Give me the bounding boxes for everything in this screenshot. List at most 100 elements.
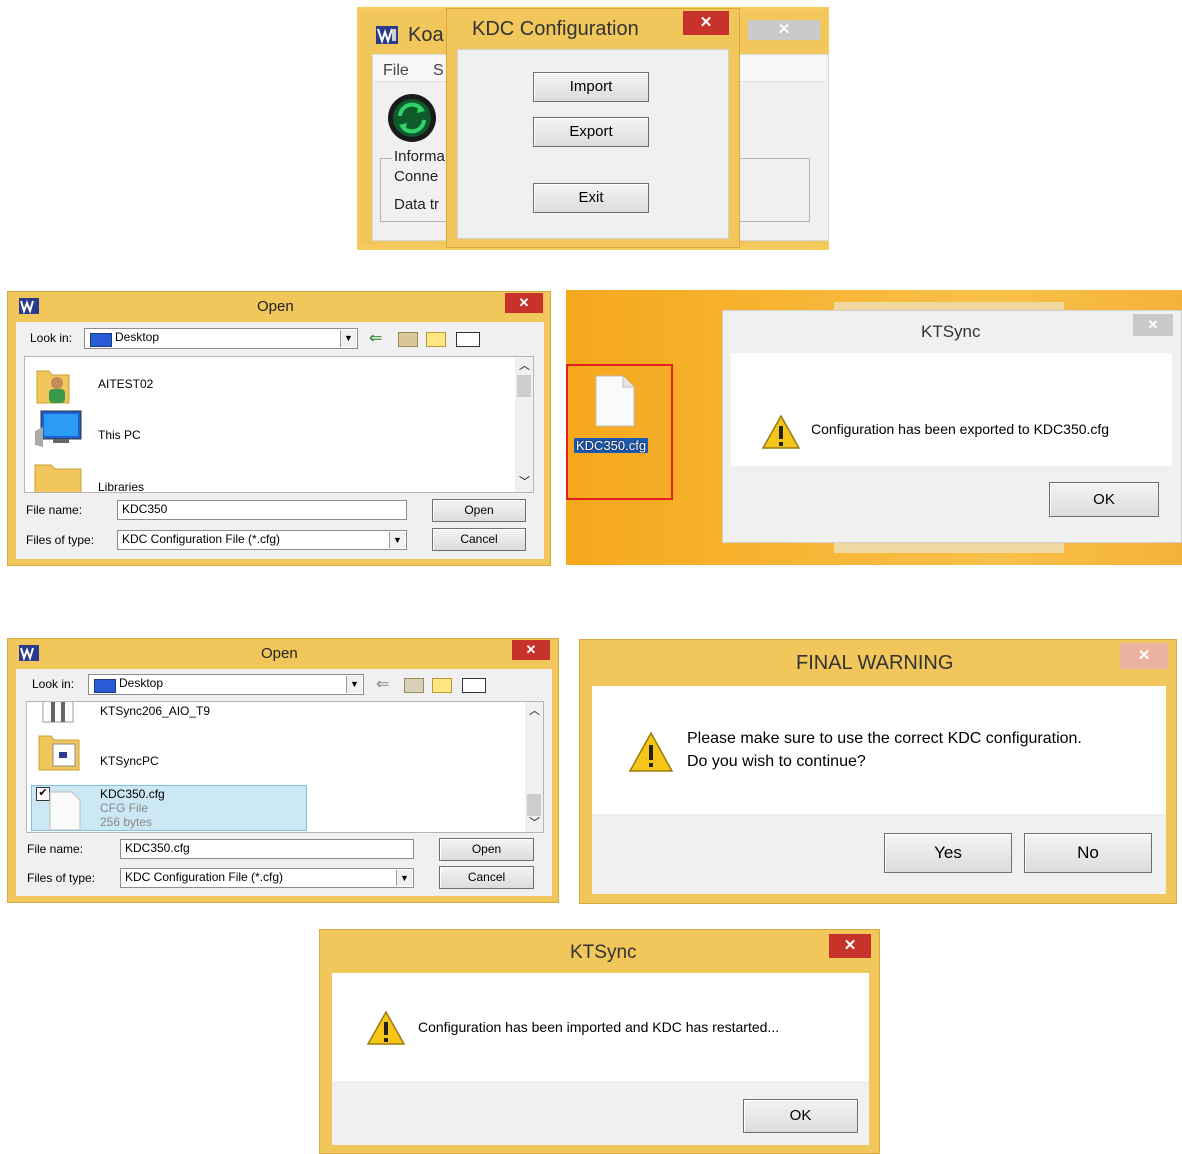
export-button[interactable]: Export [533,117,649,147]
look-in-label: Look in: [30,331,73,345]
folder-icon [39,702,79,724]
open-button[interactable]: Open [439,838,534,861]
close-button[interactable]: ✕ [1133,314,1173,336]
close-button[interactable]: ✕ [505,293,543,313]
desktop-file[interactable]: KDC350.cfg [566,364,673,500]
computer-icon [33,409,83,449]
app-icon [19,645,39,661]
folder-icon [37,732,81,772]
bg-window-strip-bottom [834,543,1064,553]
chevron-down-icon[interactable]: ▼ [389,532,405,548]
bg-close-button[interactable]: ✕ [748,20,820,40]
import-done-dialog: KTSync ✕ Configuration has been imported… [319,929,880,1154]
open-dialog-2: Open ✕ Look in: Desktop ▼ ⇐ KTSync206_AI… [7,638,559,903]
list-item[interactable]: Libraries [98,480,144,492]
file-name-input[interactable]: KDC350 [117,500,407,520]
chevron-down-icon[interactable]: ▼ [340,330,356,347]
chevron-down-icon[interactable]: ﹀ [519,473,530,489]
ktsync-dialog: KTSync ✕ Configuration has been exported… [722,310,1182,543]
new-folder-icon[interactable] [432,678,452,693]
chevron-down-icon[interactable]: ▼ [396,870,412,886]
message-line-1: Please make sure to use the correct KDC … [687,730,1082,747]
back-arrow-icon[interactable]: ⇐ [376,674,389,694]
scroll-thumb[interactable] [517,375,531,397]
scroll-thumb[interactable] [527,794,541,816]
kdc-config-panel: Koa File S Informa Conne Data tr ✕ KDC C… [357,7,829,250]
file-list[interactable]: AITEST02 This PC Libraries ︿ ﹀ [24,356,534,493]
chevron-up-icon[interactable]: ︿ [529,702,540,718]
message-area [592,686,1166,814]
dialog-title: KDC Configuration [472,18,639,40]
ok-button[interactable]: OK [1049,482,1159,517]
file-label: KDC350.cfg [574,438,649,453]
file-list[interactable]: KTSync206_AIO_T9 KTSyncPC ✔ KDC350.cfg C… [26,701,544,833]
message-text: Configuration has been imported and KDC … [418,1019,780,1035]
file-name-label: File name: [26,503,83,517]
vertical-scrollbar[interactable]: ︿ ﹀ [525,702,543,832]
file-name-input[interactable]: KDC350.cfg [120,839,414,859]
ok-button[interactable]: OK [743,1099,858,1133]
message-line-2: Do you wish to continue? [687,753,866,770]
file-type: CFG File [100,801,148,815]
list-item[interactable]: AITEST02 [98,377,153,391]
app-icon [376,26,398,44]
warning-triangle-icon [761,414,801,450]
kdc-config-dialog: KDC Configuration ✕ Import Export Exit [446,8,740,248]
files-of-type-value: KDC Configuration File (*.cfg) [125,870,284,884]
look-in-combo[interactable]: Desktop ▼ [84,328,358,349]
files-of-type-combo[interactable]: KDC Configuration File (*.cfg) ▼ [117,530,407,550]
exit-button[interactable]: Exit [533,183,649,213]
dialog-title: KTSync [570,942,637,963]
folder-icon [33,459,83,492]
yes-button[interactable]: Yes [884,833,1012,873]
view-menu-icon[interactable] [456,332,480,347]
no-button[interactable]: No [1024,833,1152,873]
look-in-value: Desktop [119,676,164,690]
cancel-button[interactable]: Cancel [432,528,526,551]
connection-label: Conne [394,168,439,185]
file-name-label: File name: [27,842,84,856]
app-icon [19,298,39,314]
file-name: KDC350.cfg [100,787,165,801]
look-in-value: Desktop [115,330,160,344]
files-of-type-label: Files of type: [27,871,96,885]
close-button[interactable]: ✕ [512,640,550,660]
open-dialog-1: Open ✕ Look in: Desktop ▼ ⇐ AITEST02 Thi… [7,291,551,566]
data-transfer-label: Data tr [394,196,440,213]
message-text: Configuration has been exported to KDC35… [811,421,1110,437]
chevron-down-icon[interactable]: ﹀ [529,814,540,830]
dialog-title: FINAL WARNING [796,652,954,674]
close-button[interactable]: ✕ [683,11,729,35]
dialog-title: Open [257,298,294,315]
files-of-type-value: KDC Configuration File (*.cfg) [122,532,281,546]
selected-list-item[interactable]: ✔ KDC350.cfg CFG File 256 bytes [31,785,307,831]
blank-file-icon [44,790,84,830]
files-of-type-combo[interactable]: KDC Configuration File (*.cfg) ▼ [120,868,414,888]
view-menu-icon[interactable] [462,678,486,693]
look-in-combo[interactable]: Desktop ▼ [88,674,364,695]
close-button[interactable]: ✕ [1120,643,1168,669]
open-button[interactable]: Open [432,499,526,522]
export-panel: KDC350.cfg KTSync ✕ Configuration has be… [566,290,1182,565]
list-item[interactable]: This PC [98,428,141,442]
up-folder-icon[interactable] [398,332,418,347]
list-item[interactable]: KTSync206_AIO_T9 [100,704,210,718]
back-arrow-icon[interactable]: ⇐ [369,328,382,348]
vertical-scrollbar[interactable]: ︿ ﹀ [515,357,533,492]
close-button[interactable]: ✕ [829,934,871,958]
sync-icon[interactable] [386,92,438,144]
menu-file[interactable]: File [383,62,409,80]
menu-partial[interactable]: S [433,62,444,80]
info-group-label: Informa [392,148,447,165]
chevron-up-icon[interactable]: ︿ [519,357,530,373]
files-of-type-label: Files of type: [26,533,95,547]
list-item[interactable]: KTSyncPC [100,754,159,768]
cancel-button[interactable]: Cancel [439,866,534,889]
file-size: 256 bytes [100,815,153,829]
desktop-icon [90,333,112,347]
import-button[interactable]: Import [533,72,649,102]
desktop-icon [94,679,116,693]
new-folder-icon[interactable] [426,332,446,347]
up-folder-icon[interactable] [404,678,424,693]
chevron-down-icon[interactable]: ▼ [346,676,362,693]
